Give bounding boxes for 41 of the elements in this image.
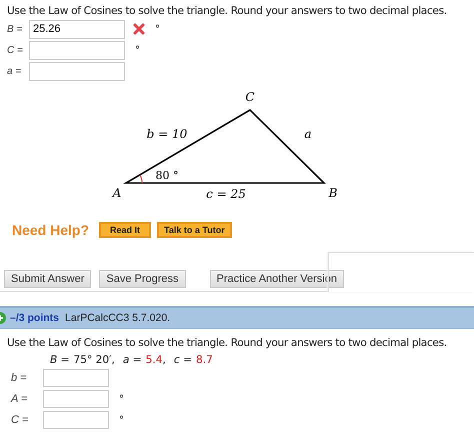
answer-field[interactable] (43, 369, 109, 387)
given-label: a = (122, 354, 142, 366)
degree-unit: ° (155, 24, 160, 34)
angle-label: 80 ° (156, 169, 178, 182)
degree-unit: ° (119, 414, 124, 426)
question-instruction: Use the Law of Cosines to solve the triangle. Round your answers to two decimal places. (7, 4, 448, 17)
action-button[interactable]: Practice Another Version (210, 270, 344, 288)
answer-field[interactable] (43, 411, 109, 429)
points-label: –/3 points (10, 312, 60, 324)
side-label: b = 10 (146, 127, 188, 141)
degree-unit: ° (135, 44, 140, 56)
action-button[interactable]: Save Progress (99, 270, 186, 288)
separator: , (162, 354, 166, 366)
problem-source: LarPCalcCC3 5.7.020. (65, 312, 170, 324)
answer-field[interactable] (43, 390, 109, 408)
separator: , (112, 354, 115, 366)
help-button[interactable]: Read It (99, 222, 152, 238)
vertex-label: B (328, 186, 338, 200)
variable-label: C = (10, 414, 30, 426)
answer-field[interactable] (29, 62, 125, 80)
answer-field[interactable] (29, 40, 125, 60)
vertex-label: C (245, 90, 255, 104)
answer-field[interactable]: 25.26 (29, 20, 125, 38)
variable-label: A = (10, 393, 28, 405)
side-label: c = 25 (206, 187, 246, 201)
variable-label: a = (7, 66, 22, 76)
need-help-label: Need Help? (12, 222, 90, 238)
vertex-label: A (112, 186, 122, 200)
side-label: a (304, 127, 312, 141)
help-button[interactable]: Talk to a Tutor (157, 222, 232, 238)
given-value: 5.4 (146, 354, 163, 366)
variable-label: C = (7, 44, 24, 56)
given-value: 75° 20′ (74, 354, 112, 366)
variable-label: b = (10, 372, 28, 384)
degree-unit: ° (119, 394, 124, 404)
given-label: c = (174, 354, 192, 366)
given-label: B = (50, 354, 70, 366)
given-value: 8.7 (196, 354, 213, 366)
variable-label: B = (7, 24, 24, 34)
question-instruction: Use the Law of Cosines to solve the triangle. Round your answers to two decimal places. (7, 336, 448, 349)
action-button[interactable]: Submit Answer (4, 270, 92, 288)
